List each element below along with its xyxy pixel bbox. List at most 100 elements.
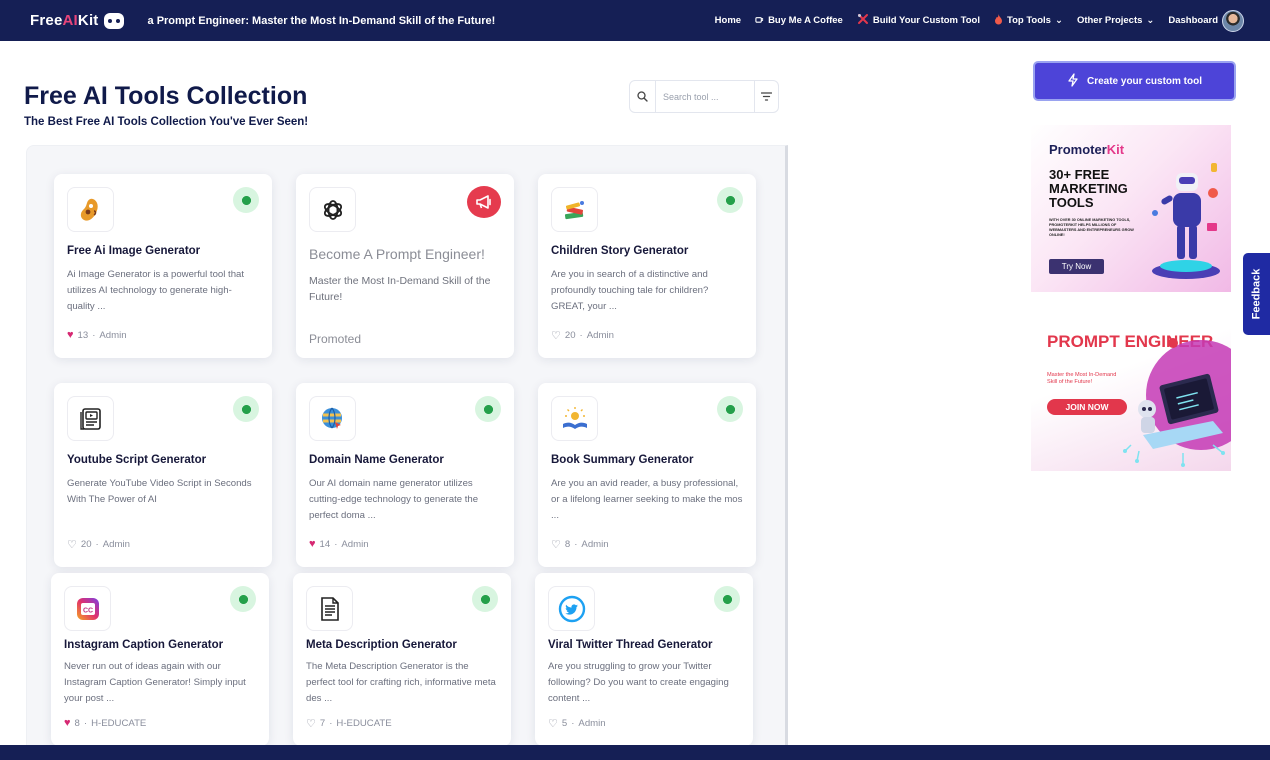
top-navbar: Free AI Kit a Prompt Engineer: Master the … xyxy=(0,0,1270,41)
feedback-tab[interactable]: Feedback xyxy=(1243,253,1270,335)
tool-card-free-ai-image-generator[interactable]: Free Ai Image Generator Ai Image Generat… xyxy=(54,174,272,358)
nav-home-label: Home xyxy=(714,15,742,26)
verified-check-icon xyxy=(717,187,743,213)
tool-card-description: Generate YouTube Video Script in Seconds… xyxy=(67,478,252,505)
likes-count: 13 xyxy=(77,329,89,341)
ad-laptop-robot-illustration xyxy=(1123,338,1231,467)
try-now-button[interactable]: Try Now xyxy=(1049,259,1104,274)
ad-brand-a: Promoter xyxy=(1049,142,1107,157)
likes-count: 8 xyxy=(564,539,571,550)
heart-outline-icon[interactable]: ♡ xyxy=(306,717,316,730)
megaphone-icon xyxy=(467,186,501,218)
create-custom-tool-button[interactable]: Create your custom tool xyxy=(1033,61,1236,101)
tool-card-title: Book Summary Generator xyxy=(551,454,694,466)
prompt-engineer-ad-banner[interactable]: PROMPT ENGINEER Master the Most In-Deman… xyxy=(1031,305,1231,471)
verified-check-icon xyxy=(233,396,259,422)
nav-other-projects[interactable]: Other Projects ⌄ xyxy=(1077,15,1154,26)
tool-card-book-summary-generator[interactable]: Book Summary Generator Are you an avid r… xyxy=(538,383,756,567)
instagram-cc-icon: CC xyxy=(64,586,111,631)
author-name: Admin xyxy=(341,538,369,550)
chevron-down-icon: ⌄ xyxy=(1054,15,1063,26)
likes-count: 20 xyxy=(80,539,92,550)
author-name: H-EDUCATE xyxy=(91,717,147,729)
tool-card-instagram-caption-generator[interactable]: CC Instagram Caption Generator Never run… xyxy=(51,573,269,746)
logo-text-ai: AI xyxy=(62,12,78,29)
author-name: Admin xyxy=(102,539,130,550)
main-nav: Home Buy Me A Coffee Build Your Custom T… xyxy=(715,9,1244,32)
tool-card-meta: ♡ 20 · Admin xyxy=(67,538,130,551)
likes-count: 8 xyxy=(74,717,80,729)
promoted-description: Master the Most In-Demand Skill of the F… xyxy=(309,275,491,303)
header-tagline-link[interactable]: a Prompt Engineer: Master the Most In-De… xyxy=(148,15,496,27)
feedback-label: Feedback xyxy=(1250,268,1263,320)
author-name: H-EDUCATE xyxy=(336,718,392,729)
tool-card-meta: ♡ 8 · Admin xyxy=(551,538,609,551)
flame-icon xyxy=(994,13,1003,28)
page-title: Free AI Tools Collection xyxy=(24,82,308,110)
tool-card-meta-description-generator[interactable]: Meta Description Generator The Meta Desc… xyxy=(293,573,511,746)
likes-count: 7 xyxy=(319,718,326,729)
nav-top-tools-label: Top Tools xyxy=(1006,15,1051,26)
logo-text-kit: Kit xyxy=(77,12,99,29)
heart-filled-icon[interactable]: ♥ xyxy=(309,538,316,550)
heart-outline-icon[interactable]: ♡ xyxy=(548,717,558,730)
tool-card-meta: ♡ 7 · H-EDUCATE xyxy=(306,717,392,730)
verified-check-icon xyxy=(714,586,740,612)
nav-home[interactable]: Home xyxy=(715,15,741,26)
site-logo[interactable]: Free AI Kit xyxy=(30,12,124,29)
search-icon[interactable] xyxy=(630,81,656,112)
verified-check-icon xyxy=(230,586,256,612)
meta-separator: · xyxy=(579,330,583,341)
heart-filled-icon[interactable]: ♥ xyxy=(67,329,74,341)
meta-separator: · xyxy=(574,539,578,550)
verified-check-icon xyxy=(233,187,259,213)
join-now-button[interactable]: JOIN NOW xyxy=(1047,399,1127,415)
nav-build-custom-tool[interactable]: Build Your Custom Tool xyxy=(857,13,980,28)
page-subtitle: The Best Free AI Tools Collection You've… xyxy=(24,116,309,128)
open-book-icon xyxy=(551,396,598,441)
tool-card-description: The Meta Description Generator is the pe… xyxy=(306,661,496,704)
author-name: Admin xyxy=(586,330,614,341)
promoterkit-ad-banner[interactable]: PromoterKit 30+ FREE MARKETING TOOLS WIT… xyxy=(1031,125,1231,292)
nav-dashboard-label: Dashboard xyxy=(1168,15,1218,26)
verified-check-icon xyxy=(717,396,743,422)
ad-small-text: Master the Most In-Demand Skill of the F… xyxy=(1047,372,1117,385)
nav-top-tools[interactable]: Top Tools ⌄ xyxy=(994,13,1063,28)
books-icon xyxy=(551,187,598,232)
nav-dashboard[interactable]: Dashboard xyxy=(1168,9,1244,32)
heart-filled-icon[interactable]: ♥ xyxy=(64,717,71,729)
tool-card-youtube-script-generator[interactable]: Youtube Script Generator Generate YouTub… xyxy=(54,383,272,567)
lightning-icon xyxy=(1067,72,1079,90)
tool-card-description: Our AI domain name generator utilizes cu… xyxy=(309,478,479,521)
heart-outline-icon[interactable]: ♡ xyxy=(551,538,561,551)
ad-headline: 30+ FREE MARKETING TOOLS xyxy=(1049,167,1128,210)
heart-outline-icon[interactable]: ♡ xyxy=(551,329,561,342)
palette-icon xyxy=(67,187,114,232)
bottom-bar xyxy=(0,745,1270,760)
tool-card-title: Free Ai Image Generator xyxy=(67,245,201,257)
tool-card-children-story-generator[interactable]: Children Story Generator Are you in sear… xyxy=(538,174,756,358)
promoted-title: Become A Prompt Engineer! xyxy=(309,246,485,262)
tool-card-domain-name-generator[interactable]: Domain Name Generator Our AI domain name… xyxy=(296,383,514,567)
video-script-icon xyxy=(67,396,114,441)
meta-separator: · xyxy=(95,539,99,550)
nav-buy-me-a-coffee-label: Buy Me A Coffee xyxy=(768,15,843,26)
twitter-icon xyxy=(548,586,595,631)
verified-check-icon xyxy=(472,586,498,612)
tool-card-viral-twitter-thread-generator[interactable]: Viral Twitter Thread Generator Are you s… xyxy=(535,573,753,746)
promoted-label: Promoted xyxy=(309,332,362,346)
globe-icon xyxy=(309,396,356,441)
logo-text-free: Free xyxy=(30,12,63,29)
nav-buy-me-a-coffee[interactable]: Buy Me A Coffee xyxy=(755,15,843,27)
author-name: Admin xyxy=(578,718,606,729)
meta-separator: · xyxy=(329,718,333,729)
tool-card-title: Children Story Generator xyxy=(551,245,689,257)
heart-outline-icon[interactable]: ♡ xyxy=(67,538,77,551)
search-input[interactable] xyxy=(656,91,754,102)
chevron-down-icon: ⌄ xyxy=(1146,15,1155,26)
meta-separator: · xyxy=(92,329,96,341)
filter-icon[interactable] xyxy=(754,81,778,112)
promoted-card-prompt-engineer[interactable]: Become A Prompt Engineer! Master the Mos… xyxy=(296,174,514,358)
svg-text:CC: CC xyxy=(82,607,92,614)
user-avatar[interactable] xyxy=(1222,9,1244,32)
